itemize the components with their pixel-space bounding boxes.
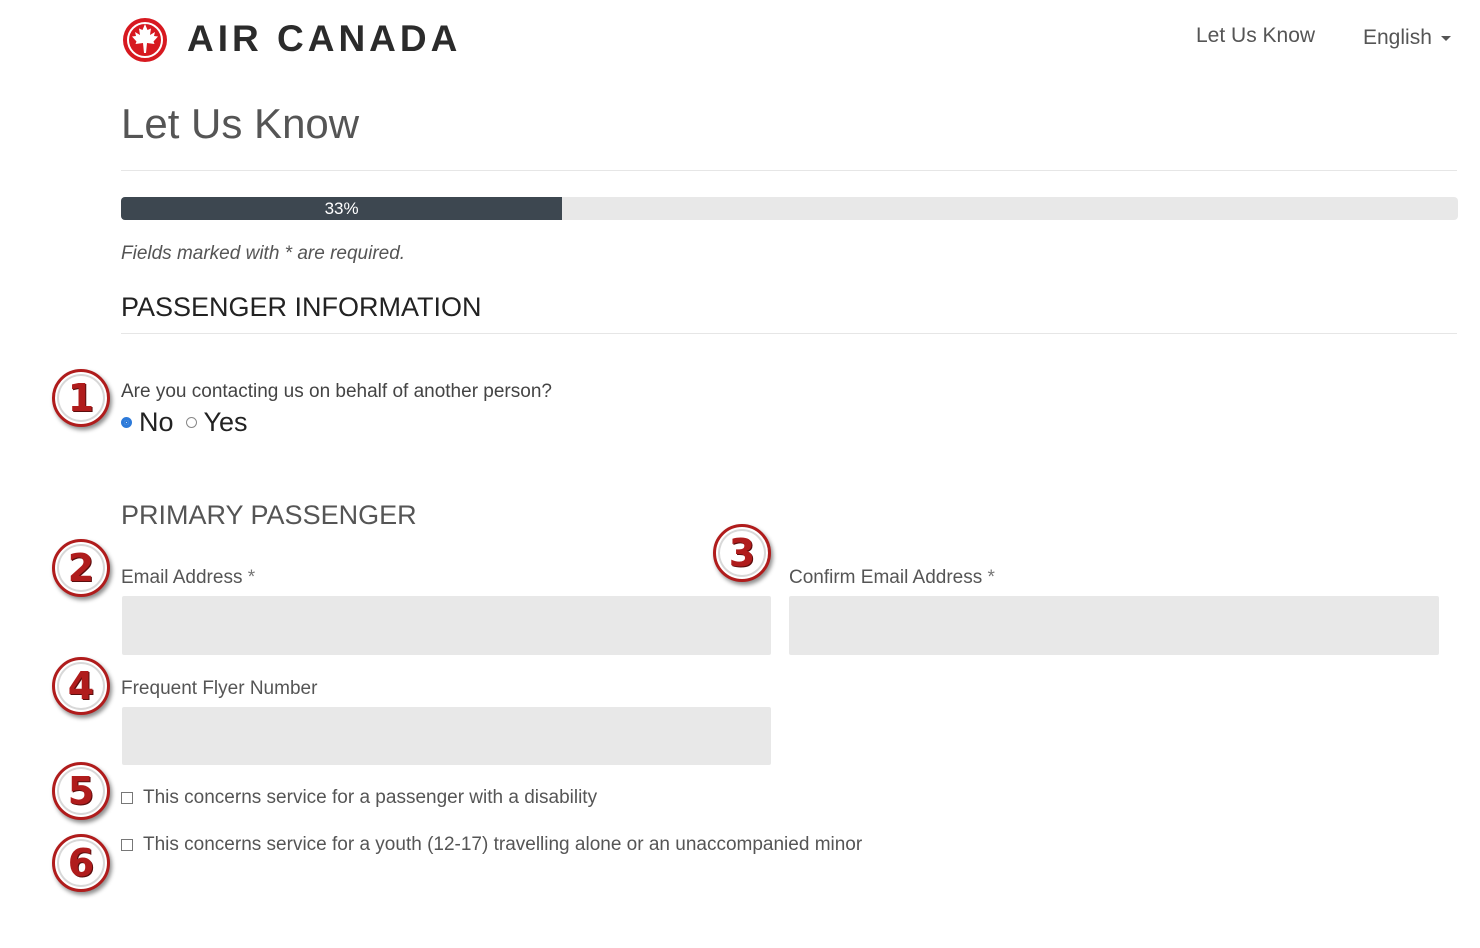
disability-checkbox-row: This concerns service for a passenger wi… — [121, 786, 597, 810]
frequent-flyer-label: Frequent Flyer Number — [121, 678, 318, 699]
frequent-flyer-field[interactable] — [122, 707, 771, 765]
language-dropdown[interactable]: English — [1363, 24, 1451, 52]
annotation-marker-6: 6 — [52, 834, 110, 892]
annotation-number: 1 — [67, 376, 95, 420]
annotation-number: 2 — [67, 546, 95, 590]
email-label-text: Email Address — [121, 567, 243, 588]
confirm-email-required-mark: * — [987, 567, 995, 588]
behalf-radio-group: No Yes — [121, 405, 260, 439]
brand-name: AIR CANADA — [187, 18, 462, 59]
page-title: Let Us Know — [121, 100, 360, 147]
subsection-title-primary-passenger: PRIMARY PASSENGER — [121, 500, 417, 530]
radio-no[interactable] — [121, 416, 132, 428]
confirm-email-field[interactable] — [789, 596, 1439, 655]
email-label: Email Address * — [121, 566, 255, 590]
unaccompanied-minor-checkbox[interactable] — [121, 839, 133, 851]
annotation-number: 3 — [728, 531, 756, 575]
annotation-marker-1: 1 — [52, 369, 110, 427]
annotation-marker-5: 5 — [52, 762, 110, 820]
email-field[interactable] — [122, 596, 771, 655]
progress-bar: 33% — [121, 197, 1458, 220]
annotation-number: 6 — [67, 841, 95, 885]
confirm-email-label-text: Confirm Email Address — [789, 567, 983, 588]
disability-checkbox-label[interactable]: This concerns service for a passenger wi… — [143, 786, 597, 810]
caret-down-icon — [1440, 35, 1451, 41]
annotation-number: 4 — [67, 664, 95, 708]
section-title-passenger-information: PASSENGER INFORMATION — [121, 292, 482, 322]
unaccompanied-minor-checkbox-label[interactable]: This concerns service for a youth (12-17… — [143, 833, 862, 857]
nav-let-us-know-link[interactable]: Let Us Know — [1196, 22, 1315, 50]
confirm-email-label: Confirm Email Address * — [789, 566, 995, 590]
unaccompanied-minor-checkbox-row: This concerns service for a youth (12-17… — [121, 833, 862, 857]
section-divider — [121, 333, 1457, 334]
radio-yes[interactable] — [185, 416, 197, 428]
required-fields-note: Fields marked with * are required. — [121, 243, 406, 264]
language-label: English — [1363, 26, 1432, 49]
air-canada-logo-icon[interactable] — [120, 15, 170, 65]
title-divider — [121, 170, 1457, 171]
radio-yes-label[interactable]: Yes — [204, 407, 248, 438]
annotation-marker-3: 3 — [713, 524, 771, 582]
annotation-marker-2: 2 — [52, 539, 110, 597]
behalf-question-label: Are you contacting us on behalf of anoth… — [121, 381, 552, 402]
disability-checkbox[interactable] — [121, 792, 133, 804]
email-required-mark: * — [247, 567, 256, 588]
annotation-marker-4: 4 — [52, 657, 110, 715]
radio-no-label[interactable]: No — [139, 407, 174, 438]
annotation-number: 5 — [67, 769, 95, 813]
progress-fill: 33% — [121, 197, 563, 220]
